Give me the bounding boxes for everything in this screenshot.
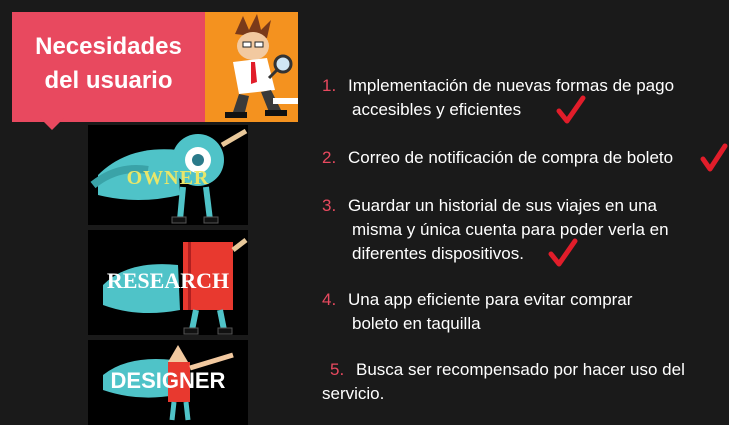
list-item: 4. Una app eficiente para evitar comprar … <box>322 288 722 336</box>
item-text: Correo de notificación de compra de bole… <box>348 148 674 167</box>
checkmark-icon <box>548 238 578 267</box>
checkmark-icon <box>556 95 586 124</box>
page-title: Necesidades del usuario <box>12 30 205 98</box>
item-number: 1. <box>322 76 337 95</box>
item-text: diferentes dispositivos. <box>352 244 524 263</box>
page-title-line1: Necesidades <box>35 33 182 60</box>
research-panel: RESEARCH <box>88 230 248 335</box>
item-number: 5. <box>330 360 345 379</box>
page-title-line2: del usuario <box>44 67 173 94</box>
detective-icon <box>225 14 298 118</box>
item-text: servicio. <box>322 384 385 403</box>
item-text: boleto en taquilla <box>352 314 481 333</box>
owner-panel: OWNER <box>88 125 248 225</box>
detective-illustration <box>205 12 298 122</box>
item-text: Una app eficiente para evitar comprar <box>348 290 633 309</box>
checkmark-icon <box>700 143 728 172</box>
item-text: Busca ser recompensado por hacer uso del <box>356 360 685 379</box>
item-number: 2. <box>322 148 337 167</box>
list-item: 5. Busca ser recompensado por hacer uso d… <box>322 358 729 406</box>
item-text: Guardar un historial de sus viajes en un… <box>348 196 658 215</box>
title-banner-notch <box>40 118 64 130</box>
list-item: 3. Guardar un historial de sus viajes en … <box>322 194 722 266</box>
list-item: 2. Correo de notificación de compra de bo… <box>322 146 722 170</box>
item-number: 3. <box>322 196 337 215</box>
item-text: Implementación de nuevas formas de pago <box>348 76 675 95</box>
designer-panel: DESIGNER <box>88 340 248 425</box>
owner-label: OWNER <box>126 167 210 189</box>
item-text: accesibles y eficientes <box>352 100 522 119</box>
list-item: 1. Implementación de nuevas formas de pag… <box>322 74 722 122</box>
item-number: 4. <box>322 290 337 309</box>
item-text: misma y única cuenta para poder verla en <box>352 220 669 239</box>
research-label: RESEARCH <box>106 268 230 293</box>
designer-label: DESIGNER <box>110 368 226 393</box>
